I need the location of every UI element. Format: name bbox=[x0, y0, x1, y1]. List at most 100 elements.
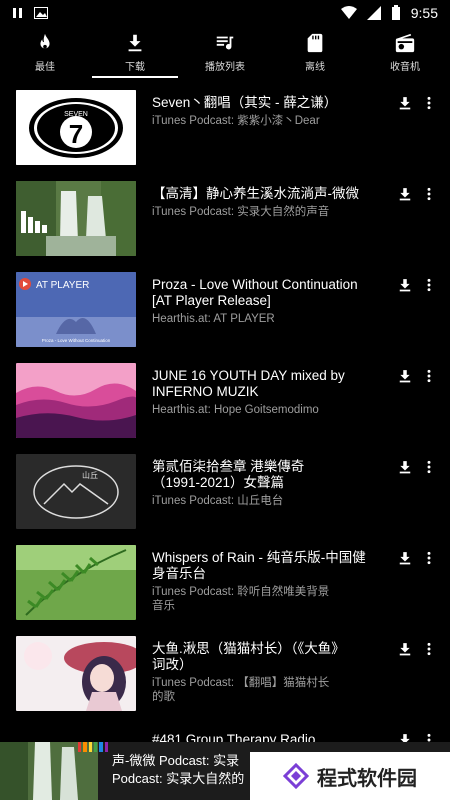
tab-playlists[interactable]: 播放列表 bbox=[180, 26, 270, 78]
episode-title-line2: [AT Player Release] bbox=[152, 293, 271, 308]
tab-label: 离线 bbox=[305, 61, 325, 73]
episode-source: iTunes Podcast: 紫紫小漆丶Dear bbox=[152, 115, 320, 127]
episode-source: iTunes Podcast: 聆听自然唯美背景 bbox=[152, 586, 330, 598]
download-icon[interactable] bbox=[398, 187, 412, 201]
episode-title: 第贰佰柒拾叁章 港樂傳奇 bbox=[152, 459, 305, 474]
logo-text: 山丘 bbox=[82, 470, 98, 480]
mini-player-line1: 声-微微 Podcast: 实录 bbox=[112, 753, 240, 768]
row-actions bbox=[398, 278, 436, 292]
tab-downloads[interactable]: 下载 bbox=[90, 26, 180, 78]
download-icon[interactable] bbox=[398, 642, 412, 656]
episode-title: Whispers of Rain - 纯音乐版-中国健 bbox=[152, 550, 366, 565]
signal-icon bbox=[366, 6, 381, 20]
episode-title-line2: 词改） bbox=[152, 657, 193, 672]
episode-title: Seven丶翻唱（其实 - 薛之谦） bbox=[152, 95, 338, 110]
tab-radio[interactable]: 收音机 bbox=[360, 26, 450, 78]
episode-thumbnail: SEVEN 7 bbox=[16, 90, 136, 165]
tab-offline[interactable]: 离线 bbox=[270, 26, 360, 78]
episode-source: Hearthis.at: AT PLAYER bbox=[152, 313, 275, 325]
at-player-label: AT PLAYER bbox=[36, 280, 89, 291]
top-tab-bar: 最佳 下载 播放列表 离线 收音机 bbox=[0, 26, 450, 78]
battery-icon bbox=[391, 5, 400, 20]
episode-source: Hearthis.at: Hope Goitsemodimo bbox=[152, 404, 319, 416]
row-actions bbox=[398, 96, 436, 110]
download-list: SEVEN 7 Seven丶翻唱（其实 - 薛之谦） iTunes Podcas… bbox=[0, 86, 450, 763]
list-item[interactable]: AT PLAYER Proza - Love Without Continuat… bbox=[0, 268, 450, 359]
episode-thumbnail: 山丘 bbox=[16, 454, 136, 529]
more-vert-icon[interactable] bbox=[422, 278, 436, 292]
episode-info: Proza - Love Without Continuation [AT Pl… bbox=[152, 277, 384, 326]
episode-title: 大鱼.湫思（猫猫村长）（《大鱼》 bbox=[152, 641, 345, 656]
row-actions bbox=[398, 369, 436, 383]
download-icon bbox=[128, 34, 142, 51]
list-item[interactable]: JUNE 16 YOUTH DAY mixed by INFERNO MUZIK… bbox=[0, 359, 450, 450]
at-player-art: AT PLAYER Proza - Love Without Continuat… bbox=[16, 272, 136, 347]
diamond-logo-icon bbox=[283, 763, 309, 789]
episode-title: Proza - Love Without Continuation bbox=[152, 277, 358, 292]
episode-source: iTunes Podcast: 【翻唱】猫猫村长 bbox=[152, 677, 330, 689]
waterfall-art bbox=[16, 181, 136, 256]
more-vert-icon[interactable] bbox=[422, 187, 436, 201]
mini-player-line2: Podcast: 实录大自然的 bbox=[112, 771, 245, 786]
wifi-icon bbox=[340, 6, 357, 19]
episode-title-line2: INFERNO MUZIK bbox=[152, 384, 259, 399]
tab-best[interactable]: 最佳 bbox=[0, 26, 90, 78]
episode-title: JUNE 16 YOUTH DAY mixed by bbox=[152, 368, 345, 383]
episode-info: 【高清】静心养生溪水流淌声-微微 iTunes Podcast: 实录大自然的声… bbox=[152, 186, 384, 219]
wave-art bbox=[16, 363, 136, 438]
more-vert-icon[interactable] bbox=[422, 460, 436, 474]
radio-icon bbox=[395, 33, 415, 52]
more-vert-icon[interactable] bbox=[422, 551, 436, 565]
episode-thumbnail bbox=[16, 181, 136, 256]
logo-number: 7 bbox=[69, 119, 83, 149]
row-actions bbox=[398, 187, 436, 201]
episode-source: iTunes Podcast: 实录大自然的声音 bbox=[152, 206, 330, 218]
episode-title: 【高清】静心养生溪水流淌声-微微 bbox=[152, 186, 359, 201]
episode-source-line2: 的歌 bbox=[152, 691, 175, 703]
tab-label: 播放列表 bbox=[205, 61, 245, 73]
episode-title-line2: 身音乐台 bbox=[152, 566, 206, 581]
mountain-logo-art: 山丘 bbox=[16, 454, 136, 529]
image-icon bbox=[34, 7, 48, 19]
episode-thumbnail bbox=[16, 545, 136, 620]
status-bar: 9:55 bbox=[0, 0, 450, 26]
mini-player-text: 声-微微 Podcast: 实录 Podcast: 实录大自然的 bbox=[98, 742, 244, 800]
status-time: 9:55 bbox=[410, 5, 438, 21]
episode-info: 大鱼.湫思（猫猫村长）（《大鱼》 词改） iTunes Podcast: 【翻唱… bbox=[152, 641, 384, 704]
tab-label: 收音机 bbox=[390, 61, 420, 73]
more-vert-icon[interactable] bbox=[422, 369, 436, 383]
row-actions bbox=[398, 551, 436, 565]
color-bars-decoration bbox=[78, 742, 108, 752]
download-icon[interactable] bbox=[398, 369, 412, 383]
flame-icon bbox=[40, 33, 50, 48]
list-item[interactable]: 【高清】静心养生溪水流淌声-微微 iTunes Podcast: 实录大自然的声… bbox=[0, 177, 450, 268]
sd-card-icon bbox=[307, 33, 323, 52]
list-item[interactable]: 山丘 第贰佰柒拾叁章 港樂傳奇 （1991-2021）女聲篇 iTunes Po… bbox=[0, 450, 450, 541]
episode-info: Seven丶翻唱（其实 - 薛之谦） iTunes Podcast: 紫紫小漆丶… bbox=[152, 95, 384, 128]
playlist-icon bbox=[216, 36, 234, 49]
episode-info: JUNE 16 YOUTH DAY mixed by INFERNO MUZIK… bbox=[152, 368, 384, 417]
more-vert-icon[interactable] bbox=[422, 96, 436, 110]
episode-info: 第贰佰柒拾叁章 港樂傳奇 （1991-2021）女聲篇 iTunes Podca… bbox=[152, 459, 384, 508]
list-item[interactable]: SEVEN 7 Seven丶翻唱（其实 - 薛之谦） iTunes Podcas… bbox=[0, 86, 450, 177]
fern-art bbox=[16, 545, 136, 620]
tab-label: 最佳 bbox=[35, 61, 55, 73]
seven-logo: SEVEN 7 bbox=[16, 90, 136, 165]
list-item[interactable]: Whispers of Rain - 纯音乐版-中国健 身音乐台 iTunes … bbox=[0, 541, 450, 632]
anime-girl-art bbox=[16, 636, 136, 711]
pause-icon bbox=[13, 8, 22, 18]
row-actions bbox=[398, 642, 436, 656]
download-icon[interactable] bbox=[398, 278, 412, 292]
download-icon[interactable] bbox=[398, 460, 412, 474]
watermark: 程式软件园 bbox=[250, 752, 450, 800]
tab-label: 下载 bbox=[125, 61, 145, 73]
logo-text: SEVEN bbox=[64, 111, 88, 118]
download-icon[interactable] bbox=[398, 551, 412, 565]
list-item[interactable]: 大鱼.湫思（猫猫村长）（《大鱼》 词改） iTunes Podcast: 【翻唱… bbox=[0, 632, 450, 723]
more-vert-icon[interactable] bbox=[422, 642, 436, 656]
episode-source: iTunes Podcast: 山丘电台 bbox=[152, 495, 284, 507]
row-actions bbox=[398, 460, 436, 474]
download-icon[interactable] bbox=[398, 96, 412, 110]
episode-title-line2: （1991-2021）女聲篇 bbox=[152, 475, 285, 490]
at-player-caption: Proza - Love Without Continuation bbox=[42, 338, 111, 343]
